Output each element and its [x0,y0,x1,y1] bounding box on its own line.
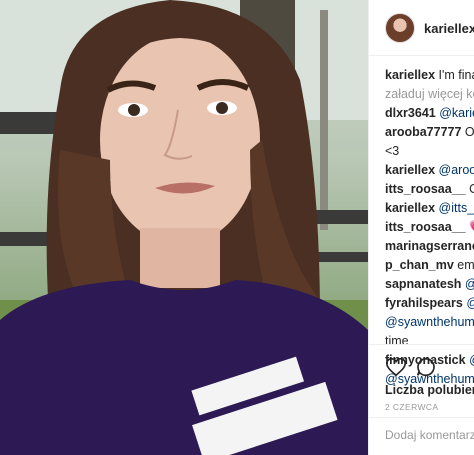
comment-username[interactable]: marinagserrano [385,239,474,253]
comment-continuation: <3 [385,142,474,161]
comment-mention[interactable]: @itts_ro [439,201,474,215]
comment-text: emma [457,258,474,272]
comment-text: <3 [385,144,400,158]
comment-item: fyrahilspears @fi [385,294,474,313]
comment-username[interactable]: dlxr3641 [385,106,436,120]
comment-text: 💗💗 [469,220,474,234]
comment-mention[interactable]: @fi [466,296,474,310]
comment-item: kariellex @itts_ro [385,199,474,218]
comment-item: kariellex @arooba [385,161,474,180]
comment-text: I'm finall [438,68,474,82]
post-photo[interactable] [0,0,368,455]
comment-item: marinagserrano @ [385,237,474,256]
comment-text: Oh [464,125,474,139]
avatar[interactable] [385,13,415,43]
comment-username[interactable]: p_chan_mv [385,258,454,272]
comment-item: itts_roosaa__ 💗💗 [385,218,474,237]
add-comment-input[interactable] [385,428,474,442]
author-username[interactable]: kariellex [424,21,474,36]
speech-bubble-icon[interactable] [415,356,437,378]
post-side-panel: kariellex kariellex I'm finallzaładuj wi… [368,0,474,455]
comment-username[interactable]: sapnanatesh [385,277,461,291]
comment-username[interactable]: fyrahilspears [385,296,463,310]
post-actions: Liczba polubień 2 CZERWCA [369,344,474,452]
comment-item: itts_roosaa__ Ohh [385,180,474,199]
comments-list: kariellex I'm finallzaładuj więcej komdl… [385,66,474,389]
comment-username[interactable]: itts_roosaa__ [385,220,466,234]
comment-item: sapnanatesh @ne [385,275,474,294]
comment-mention[interactable]: @arooba [439,163,474,177]
comment-mention[interactable]: @ne [465,277,474,291]
comment-continuation: @syawnthehuman [385,313,474,332]
comment-mention[interactable]: @kariell [439,106,474,120]
selfie-illustration [0,0,368,455]
comment-item: dlxr3641 @kariell [385,104,474,123]
post-date: 2 CZERWCA [385,402,439,412]
comment-username[interactable]: kariellex [385,68,435,82]
comment-item: arooba77777 Oh [385,123,474,142]
heart-outline-icon[interactable] [385,356,407,378]
comment-text: Ohh [469,182,474,196]
post-header: kariellex [369,0,474,56]
add-comment-bar [369,417,474,453]
likes-count[interactable]: Liczba polubień [385,383,474,397]
comment-username[interactable]: kariellex [385,201,435,215]
load-more-comments-link[interactable]: załaduj więcej kom [385,85,474,104]
comment-username[interactable]: arooba77777 [385,125,461,139]
comment-mention[interactable]: @syawnthehuman [385,315,474,329]
comment-item: p_chan_mv emma [385,256,474,275]
comment-username[interactable]: kariellex [385,163,435,177]
comment-item: kariellex I'm finall [385,66,474,85]
comment-username[interactable]: itts_roosaa__ [385,182,466,196]
